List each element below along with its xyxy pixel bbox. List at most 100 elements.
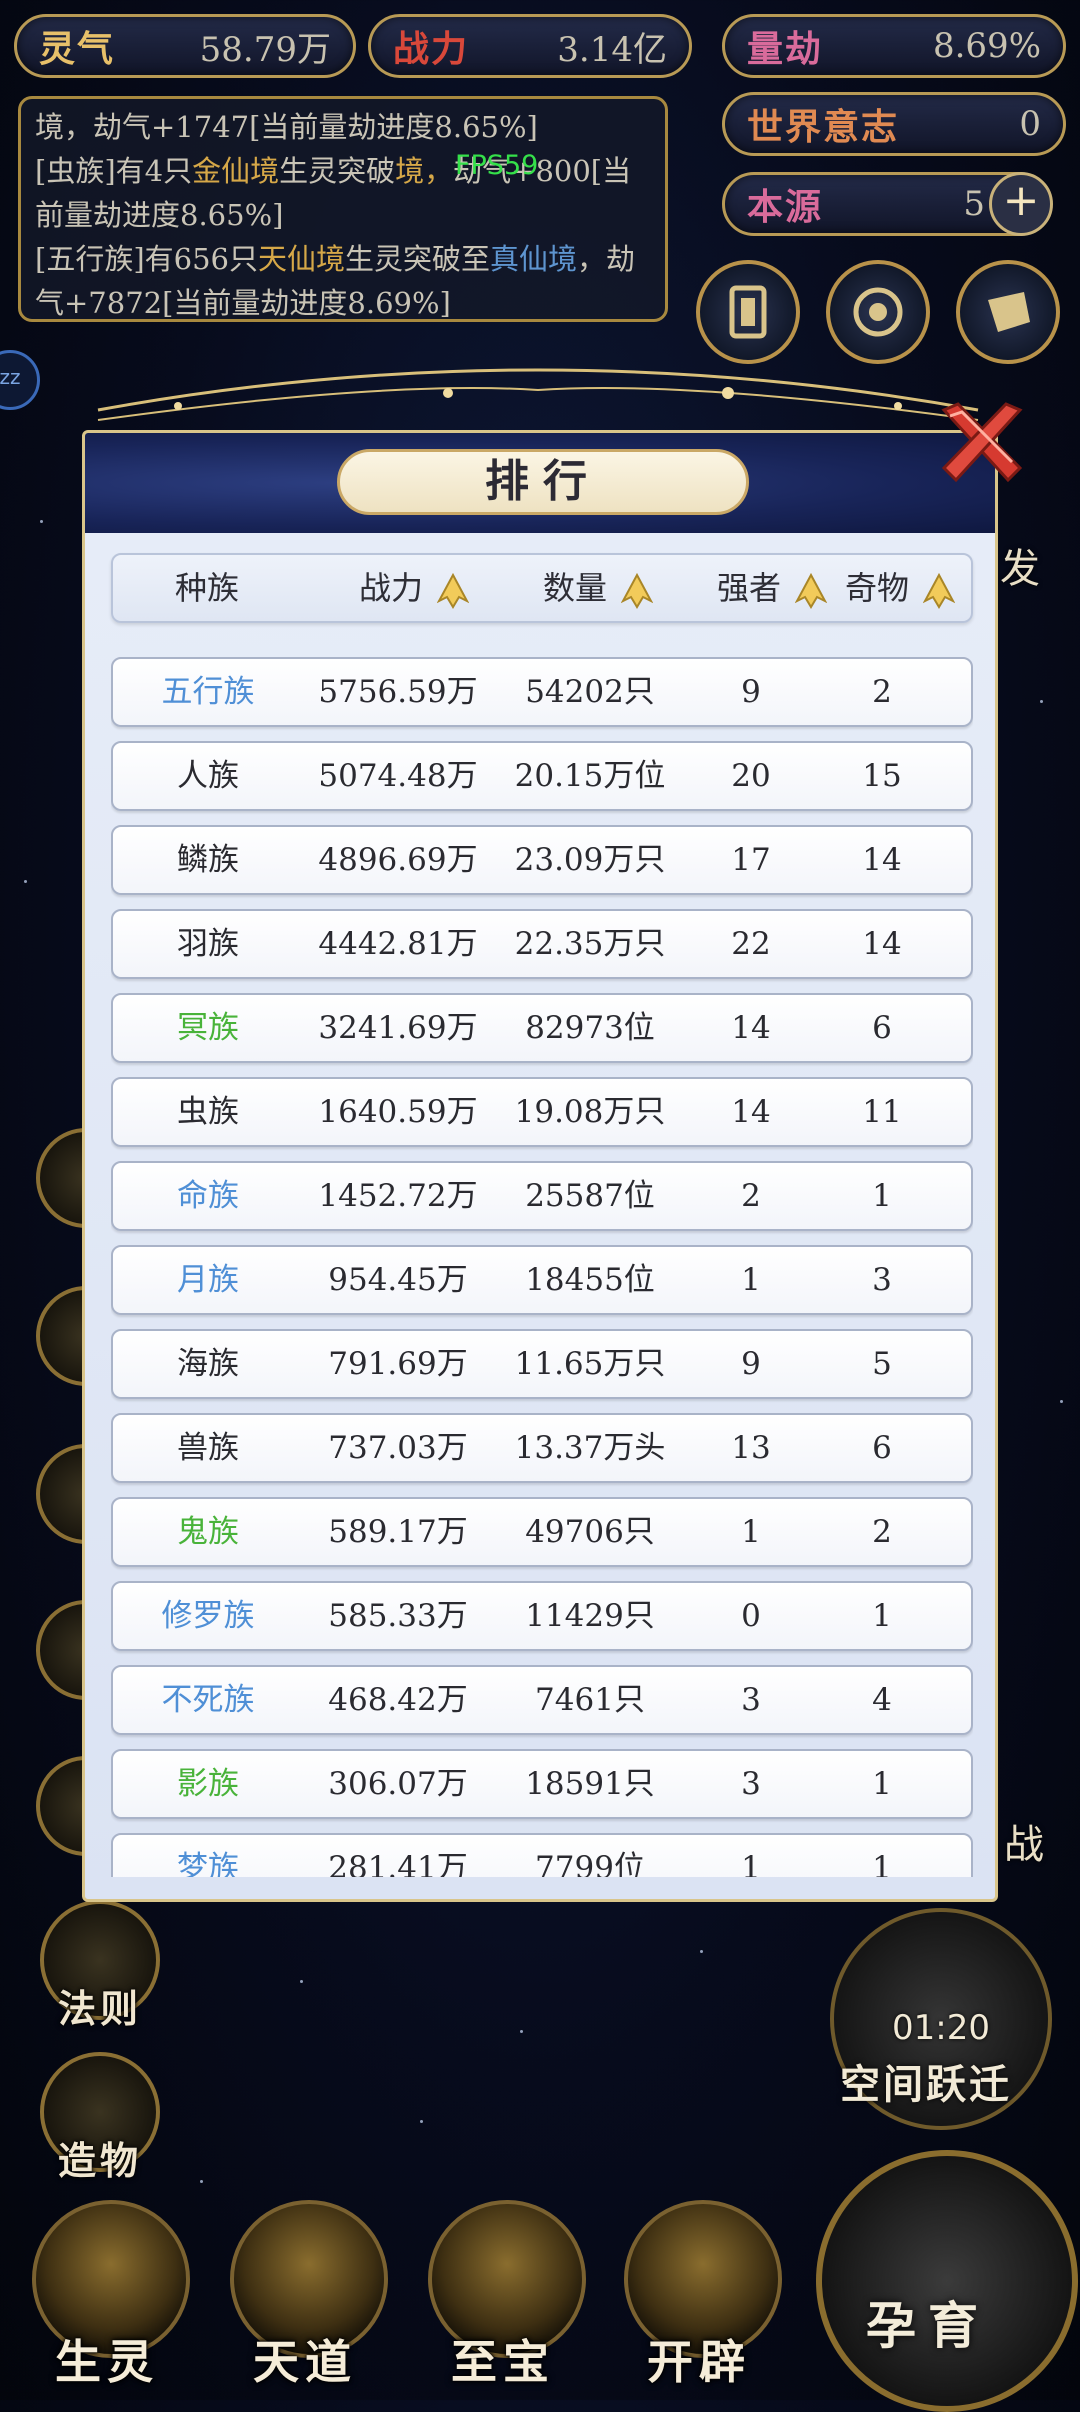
race-rare: 14 — [862, 842, 902, 878]
ranking-list[interactable]: 五行族 5756.59万 54202只 9 2 人族 5074.48万 20.1… — [111, 657, 973, 1877]
race-rare: 15 — [862, 758, 902, 794]
race-count: 13.37万头 — [514, 1430, 666, 1466]
race-strong: 13 — [731, 1430, 771, 1466]
header-power-sort[interactable]: 战力 — [359, 555, 470, 621]
ranking-row[interactable]: 海族 791.69万 11.65万只 9 5 — [111, 1329, 973, 1399]
ranking-row[interactable]: 虫族 1640.59万 19.08万只 14 11 — [111, 1077, 973, 1147]
ranking-row[interactable]: 兽族 737.03万 13.37万头 13 6 — [111, 1413, 973, 1483]
race-power: 281.41万 — [328, 1850, 468, 1877]
header-strong-sort[interactable]: 强者 — [717, 555, 828, 621]
race-power: 3241.69万 — [318, 1010, 478, 1046]
ranking-row[interactable]: 影族 306.07万 18591只 3 1 — [111, 1749, 973, 1819]
panel-frame-ornament — [97, 368, 979, 421]
race-strong: 1 — [741, 1514, 761, 1550]
scroll-button[interactable] — [956, 260, 1060, 364]
header-race: 种族 — [175, 569, 240, 607]
ranking-row[interactable]: 人族 5074.48万 20.15万位 20 15 — [111, 741, 973, 811]
race-name: 鳞族 — [177, 842, 239, 878]
race-power: 4442.81万 — [318, 926, 478, 962]
header-strong-label: 强者 — [717, 569, 782, 607]
close-icon[interactable] — [936, 396, 1028, 488]
right-edge-label-top[interactable]: 发 — [1000, 536, 1040, 594]
law-menu-label[interactable]: 法则 — [58, 1978, 142, 2033]
race-name: 月族 — [177, 1262, 239, 1298]
card-button[interactable] — [696, 260, 800, 364]
ranking-row[interactable]: 鬼族 589.17万 49706只 1 2 — [111, 1497, 973, 1567]
ranking-row[interactable]: 不死族 468.42万 7461只 3 4 — [111, 1665, 973, 1735]
log-line-2-prefix: [虫族]有4只 — [35, 154, 193, 188]
race-name: 兽族 — [177, 1430, 239, 1466]
race-power: 954.45万 — [328, 1262, 468, 1298]
log-line-3-mid: 生灵突破至 — [345, 242, 491, 276]
event-log: 境，劫气+1747[当前量劫进度8.65%] [虫族]有4只金仙境生灵突破境，劫… — [18, 96, 668, 322]
header-count-sort[interactable]: 数量 — [543, 555, 654, 621]
dock-label-zhi-bao: 至宝 — [451, 2335, 555, 2389]
ranking-row[interactable]: 月族 954.45万 18455位 1 3 — [111, 1245, 973, 1315]
zhanli-resource-bar: 战力 3.14亿 — [368, 14, 692, 78]
lingqi-resource-bar: 灵气 58.79万 — [14, 14, 356, 78]
dock-label-kai-pi: 开辟 — [647, 2335, 751, 2389]
origin-value: 5 — [963, 184, 985, 224]
race-count: 82973位 — [525, 1010, 655, 1046]
vortex-button[interactable] — [826, 260, 930, 364]
craft-menu-label[interactable]: 造物 — [58, 2130, 142, 2185]
space-jump-label[interactable]: 空间跃迁 — [840, 2052, 1012, 2110]
race-strong: 17 — [731, 842, 771, 878]
sleep-badge[interactable]: zz — [0, 350, 40, 410]
race-rare: 1 — [872, 1850, 892, 1877]
world-will-bar: 世界意志 0 — [722, 92, 1066, 156]
race-rare: 2 — [872, 1514, 892, 1550]
liangjie-value: 8.69% — [932, 26, 1041, 66]
race-count: 7461只 — [535, 1682, 645, 1718]
race-count: 54202只 — [525, 674, 655, 710]
right-edge-label-mid[interactable]: 战 — [1004, 1812, 1044, 1870]
dock-item-kai-pi[interactable]: 开辟 — [614, 2200, 784, 2400]
zhanli-label: 战力 — [393, 28, 470, 70]
race-count: 25587位 — [525, 1178, 655, 1214]
dock-item-sheng-ling[interactable]: 生灵 — [22, 2200, 192, 2400]
race-name: 羽族 — [177, 926, 239, 962]
ranking-row[interactable]: 冥族 3241.69万 82973位 14 6 — [111, 993, 973, 1063]
ranking-row[interactable]: 羽族 4442.81万 22.35万只 22 14 — [111, 909, 973, 979]
race-strong: 20 — [731, 758, 771, 794]
dock-item-tian-dao[interactable]: 天道 — [220, 2200, 390, 2400]
log-line-3: [五行族]有656只天仙境生灵突破至真仙境，劫气+7872[当前量劫进度8.69… — [35, 237, 651, 325]
race-power: 791.69万 — [328, 1346, 468, 1382]
sort-arrow-icon — [621, 572, 654, 609]
ranking-table-header: 种族 战力 数量 强者 奇物 — [111, 553, 973, 623]
race-power: 589.17万 — [328, 1514, 468, 1550]
vortex-icon — [853, 287, 903, 337]
race-name: 命族 — [177, 1178, 239, 1214]
header-power-label: 战力 — [359, 569, 424, 607]
race-rare: 6 — [872, 1430, 892, 1466]
liangjie-resource-bar: 量劫 8.69% — [722, 14, 1066, 78]
breed-label[interactable]: 孕育 — [866, 2286, 990, 2358]
race-strong: 3 — [741, 1766, 761, 1802]
ranking-row[interactable]: 命族 1452.72万 25587位 2 1 — [111, 1161, 973, 1231]
log-line-3-realm: 天仙境 — [257, 242, 345, 276]
dock-item-zhi-bao[interactable]: 至宝 — [418, 2200, 588, 2400]
lingqi-value: 58.79万 — [199, 29, 331, 70]
race-rare: 2 — [872, 674, 892, 710]
sort-arrow-icon — [437, 572, 470, 609]
lingqi-label: 灵气 — [39, 28, 116, 70]
card-icon — [729, 285, 767, 339]
breed-button[interactable] — [816, 2150, 1078, 2412]
ranking-row[interactable]: 五行族 5756.59万 54202只 9 2 — [111, 657, 973, 727]
race-count: 11.65万只 — [514, 1346, 666, 1382]
ranking-row[interactable]: 梦族 281.41万 7799位 1 1 — [111, 1833, 973, 1877]
race-power: 5756.59万 — [318, 674, 478, 710]
race-count: 18455位 — [525, 1262, 655, 1298]
ranking-row[interactable]: 鳞族 4896.69万 23.09万只 17 14 — [111, 825, 973, 895]
ranking-row[interactable]: 修罗族 585.33万 11429只 0 1 — [111, 1581, 973, 1651]
race-strong: 1 — [741, 1262, 761, 1298]
race-strong: 0 — [741, 1598, 761, 1634]
header-rare-sort[interactable]: 奇物 — [845, 555, 956, 621]
race-rare: 1 — [872, 1766, 892, 1802]
dock-label-tian-dao: 天道 — [253, 2335, 357, 2389]
ranking-panel: 排行 种族 战力 数量 强者 奇物 五行族 5756.59万 54202只 9 … — [82, 430, 998, 1902]
race-rare: 1 — [872, 1178, 892, 1214]
add-origin-button[interactable]: + — [989, 172, 1053, 236]
space-jump-timer: 01:20 — [892, 2008, 990, 2048]
ranking-panel-header: 排行 — [85, 433, 995, 533]
